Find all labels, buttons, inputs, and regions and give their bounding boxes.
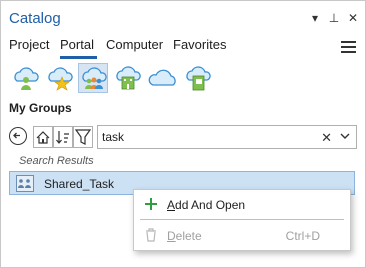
search-input-value: task	[102, 130, 125, 144]
pane-title: Catalog	[9, 10, 61, 27]
sort-icon[interactable]	[53, 125, 73, 149]
living-atlas-cloud-icon[interactable]	[183, 63, 213, 93]
options-dropdown-icon[interactable]: ▾	[308, 11, 322, 25]
search-results-label: Search Results	[19, 155, 94, 167]
result-item-label: Shared_Task	[44, 177, 115, 191]
pane-titlebar: Catalog ▾ ⊥ ✕	[1, 1, 365, 35]
menu-item-shortcut: Ctrl+D	[285, 229, 320, 243]
arcgis-online-cloud-icon[interactable]	[148, 63, 178, 93]
group-icon	[16, 175, 34, 192]
browse-toolbar: task ✕	[9, 125, 357, 149]
tab-portal[interactable]: Portal	[60, 37, 94, 52]
context-menu: Add And Open Delete Ctrl+D	[133, 189, 351, 251]
hamburger-menu-icon[interactable]	[341, 41, 356, 53]
search-options-dropdown-icon[interactable]	[339, 129, 351, 146]
active-tab-indicator	[60, 56, 97, 59]
menu-item-add-and-open[interactable]: Add And Open	[134, 191, 350, 217]
organization-cloud-icon[interactable]	[113, 63, 143, 93]
tab-favorites[interactable]: Favorites	[173, 37, 226, 52]
tab-computer[interactable]: Computer	[106, 37, 163, 52]
catalog-tabs: Project Portal Computer Favorites	[1, 37, 365, 59]
pin-icon[interactable]: ⊥	[327, 11, 341, 25]
search-input[interactable]: task ✕	[97, 125, 357, 149]
my-groups-cloud-icon[interactable]	[78, 63, 108, 93]
menu-item-label: Add And Open	[167, 198, 246, 212]
trash-icon	[144, 227, 158, 243]
back-button[interactable]	[9, 127, 27, 145]
section-label-my-groups: My Groups	[9, 101, 72, 115]
plus-icon	[144, 196, 158, 212]
clear-search-icon[interactable]: ✕	[321, 130, 332, 146]
menu-separator	[140, 219, 344, 220]
filter-icon[interactable]	[73, 125, 93, 149]
tab-project[interactable]: Project	[9, 37, 49, 52]
my-content-cloud-icon[interactable]	[11, 63, 41, 93]
menu-item-delete[interactable]: Delete Ctrl+D	[134, 222, 350, 248]
home-folder-button[interactable]	[33, 125, 53, 149]
favorites-cloud-icon[interactable]	[45, 63, 75, 93]
close-icon[interactable]: ✕	[346, 11, 360, 25]
menu-item-label: Delete	[167, 229, 202, 243]
